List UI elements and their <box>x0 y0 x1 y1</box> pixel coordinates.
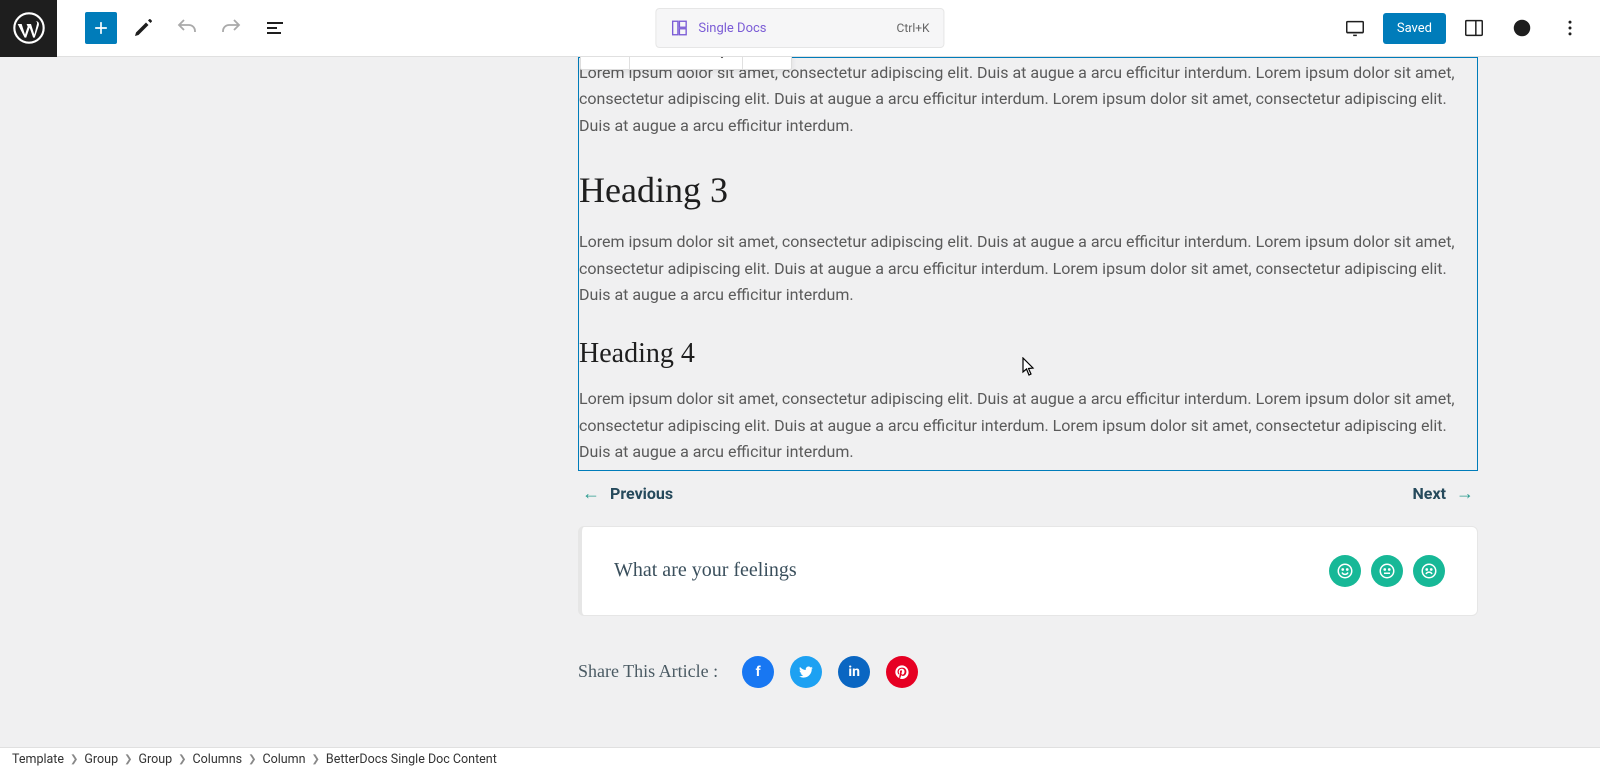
share-label: Share This Article : <box>578 661 718 682</box>
breadcrumb-item[interactable]: Group <box>138 752 172 767</box>
view-desktop-button[interactable] <box>1335 8 1375 48</box>
share-facebook-button[interactable]: f <box>742 656 774 688</box>
breadcrumb: Template ❯ Group ❯ Group ❯ Columns ❯ Col… <box>0 747 1600 771</box>
paragraph[interactable]: Lorem ipsum dolor sit amet, consectetur … <box>579 386 1477 465</box>
chevron-right-icon: ❯ <box>248 754 256 765</box>
feelings-title: What are your feelings <box>614 559 797 582</box>
share-linkedin-button[interactable]: in <box>838 656 870 688</box>
selected-content-block[interactable]: Lorem ipsum dolor sit amet, consectetur … <box>578 57 1478 471</box>
document-overview-button[interactable] <box>257 10 293 46</box>
share-pinterest-button[interactable] <box>886 656 918 688</box>
save-button[interactable]: Saved <box>1383 13 1446 44</box>
heading-4[interactable]: Heading 4 <box>579 338 1477 370</box>
arrow-left-icon: ← <box>582 483 600 504</box>
styles-button[interactable] <box>1502 8 1542 48</box>
add-block-button[interactable] <box>85 12 117 44</box>
template-icon <box>670 19 688 37</box>
redo-button[interactable] <box>213 10 249 46</box>
undo-button[interactable] <box>169 10 205 46</box>
chevron-right-icon: ❯ <box>70 754 78 765</box>
next-link[interactable]: Next → <box>1413 483 1474 504</box>
reaction-neutral-button[interactable] <box>1371 555 1403 587</box>
breadcrumb-item[interactable]: BetterDocs Single Doc Content <box>326 752 497 767</box>
paragraph[interactable]: Lorem ipsum dolor sit amet, consectetur … <box>579 229 1477 308</box>
paragraph[interactable]: Lorem ipsum dolor sit amet, consectetur … <box>579 60 1477 139</box>
next-label: Next <box>1413 484 1446 503</box>
wordpress-logo[interactable] <box>0 0 57 57</box>
breadcrumb-item[interactable]: Template <box>12 752 64 767</box>
previous-link[interactable]: ← Previous <box>582 483 673 504</box>
document-switcher[interactable]: Single Docs Ctrl+K <box>655 8 944 48</box>
breadcrumb-item[interactable]: Column <box>262 752 305 767</box>
share-twitter-button[interactable] <box>790 656 822 688</box>
arrow-right-icon: → <box>1456 483 1474 504</box>
reaction-sad-button[interactable] <box>1413 555 1445 587</box>
breadcrumb-item[interactable]: Columns <box>193 752 243 767</box>
reaction-happy-button[interactable] <box>1329 555 1361 587</box>
settings-sidebar-toggle[interactable] <box>1454 8 1494 48</box>
edit-tool-button[interactable] <box>125 10 161 46</box>
heading-3[interactable]: Heading 3 <box>579 169 1477 211</box>
chevron-right-icon: ❯ <box>178 754 186 765</box>
keyboard-shortcut: Ctrl+K <box>897 21 930 35</box>
chevron-right-icon: ❯ <box>312 754 320 765</box>
breadcrumb-item[interactable]: Group <box>84 752 118 767</box>
document-name: Single Docs <box>698 21 766 36</box>
feelings-box: What are your feelings <box>578 526 1478 616</box>
more-options-button[interactable] <box>1550 8 1590 48</box>
previous-label: Previous <box>610 484 673 503</box>
chevron-right-icon: ❯ <box>124 754 132 765</box>
